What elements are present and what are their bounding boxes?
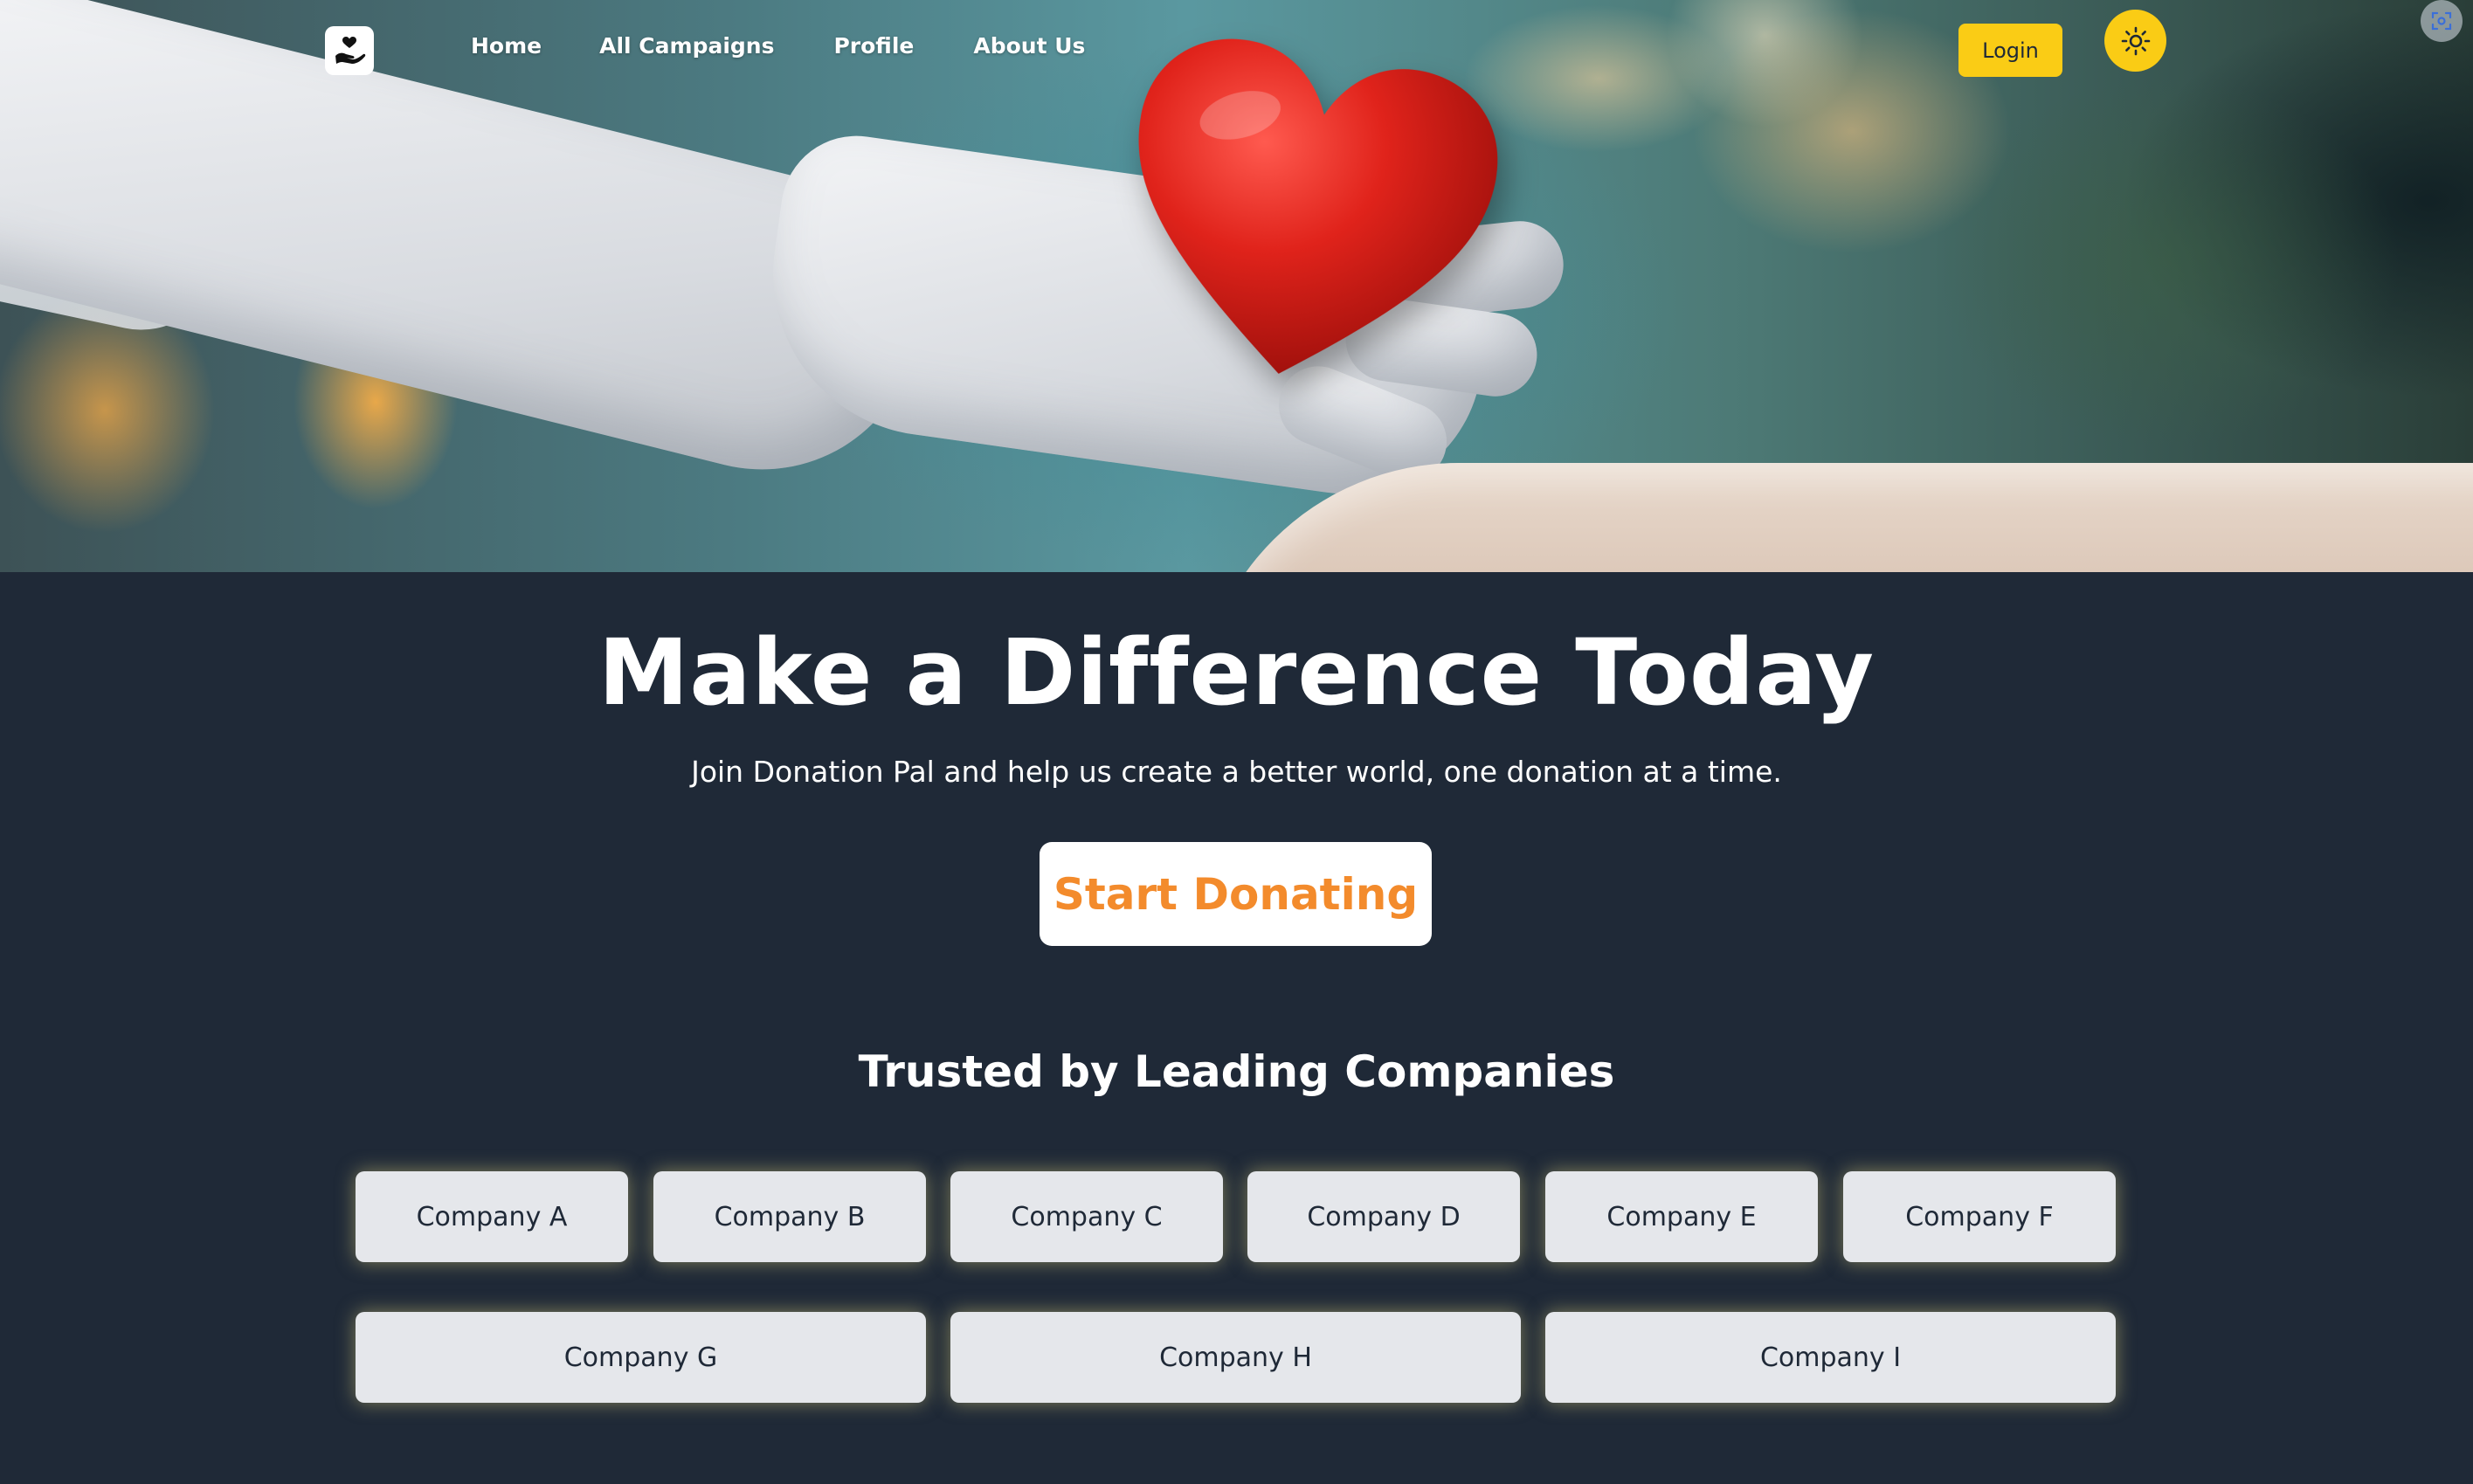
company-card-c[interactable]: Company C [950, 1171, 1223, 1262]
company-card-d[interactable]: Company D [1247, 1171, 1520, 1262]
trusted-companies-title: Trusted by Leading Companies [858, 1046, 1615, 1097]
company-card-e[interactable]: Company E [1545, 1171, 1818, 1262]
receiving-hand [1197, 463, 2473, 572]
screenshot-button[interactable] [2421, 0, 2463, 42]
company-card-f[interactable]: Company F [1843, 1171, 2116, 1262]
company-card-i[interactable]: Company I [1545, 1312, 2116, 1403]
nav-about-us[interactable]: About Us [973, 33, 1085, 59]
sun-icon [2121, 26, 2150, 55]
logo[interactable] [325, 26, 374, 75]
company-card-h[interactable]: Company H [950, 1312, 1521, 1403]
screenshot-icon [2431, 11, 2452, 31]
nav-links: Home All Campaigns Profile About Us [471, 33, 1085, 59]
nav-profile[interactable]: Profile [833, 33, 914, 59]
hero-subtext: Join Donation Pal and help us create a b… [691, 755, 1782, 789]
nav-all-campaigns[interactable]: All Campaigns [599, 33, 774, 59]
company-card-g[interactable]: Company G [356, 1312, 926, 1403]
start-donating-button[interactable]: Start Donating [1040, 842, 1432, 946]
top-navbar: Home All Campaigns Profile About Us Logi… [0, 0, 2473, 96]
login-button[interactable]: Login [1958, 24, 2062, 77]
company-card-b[interactable]: Company B [653, 1171, 926, 1262]
hand-holding-heart-icon [335, 37, 366, 64]
company-card-a[interactable]: Company A [356, 1171, 628, 1262]
theme-toggle-button[interactable] [2104, 10, 2166, 72]
nav-home[interactable]: Home [471, 33, 542, 59]
hero-headline: Make a Difference Today [598, 619, 1875, 726]
